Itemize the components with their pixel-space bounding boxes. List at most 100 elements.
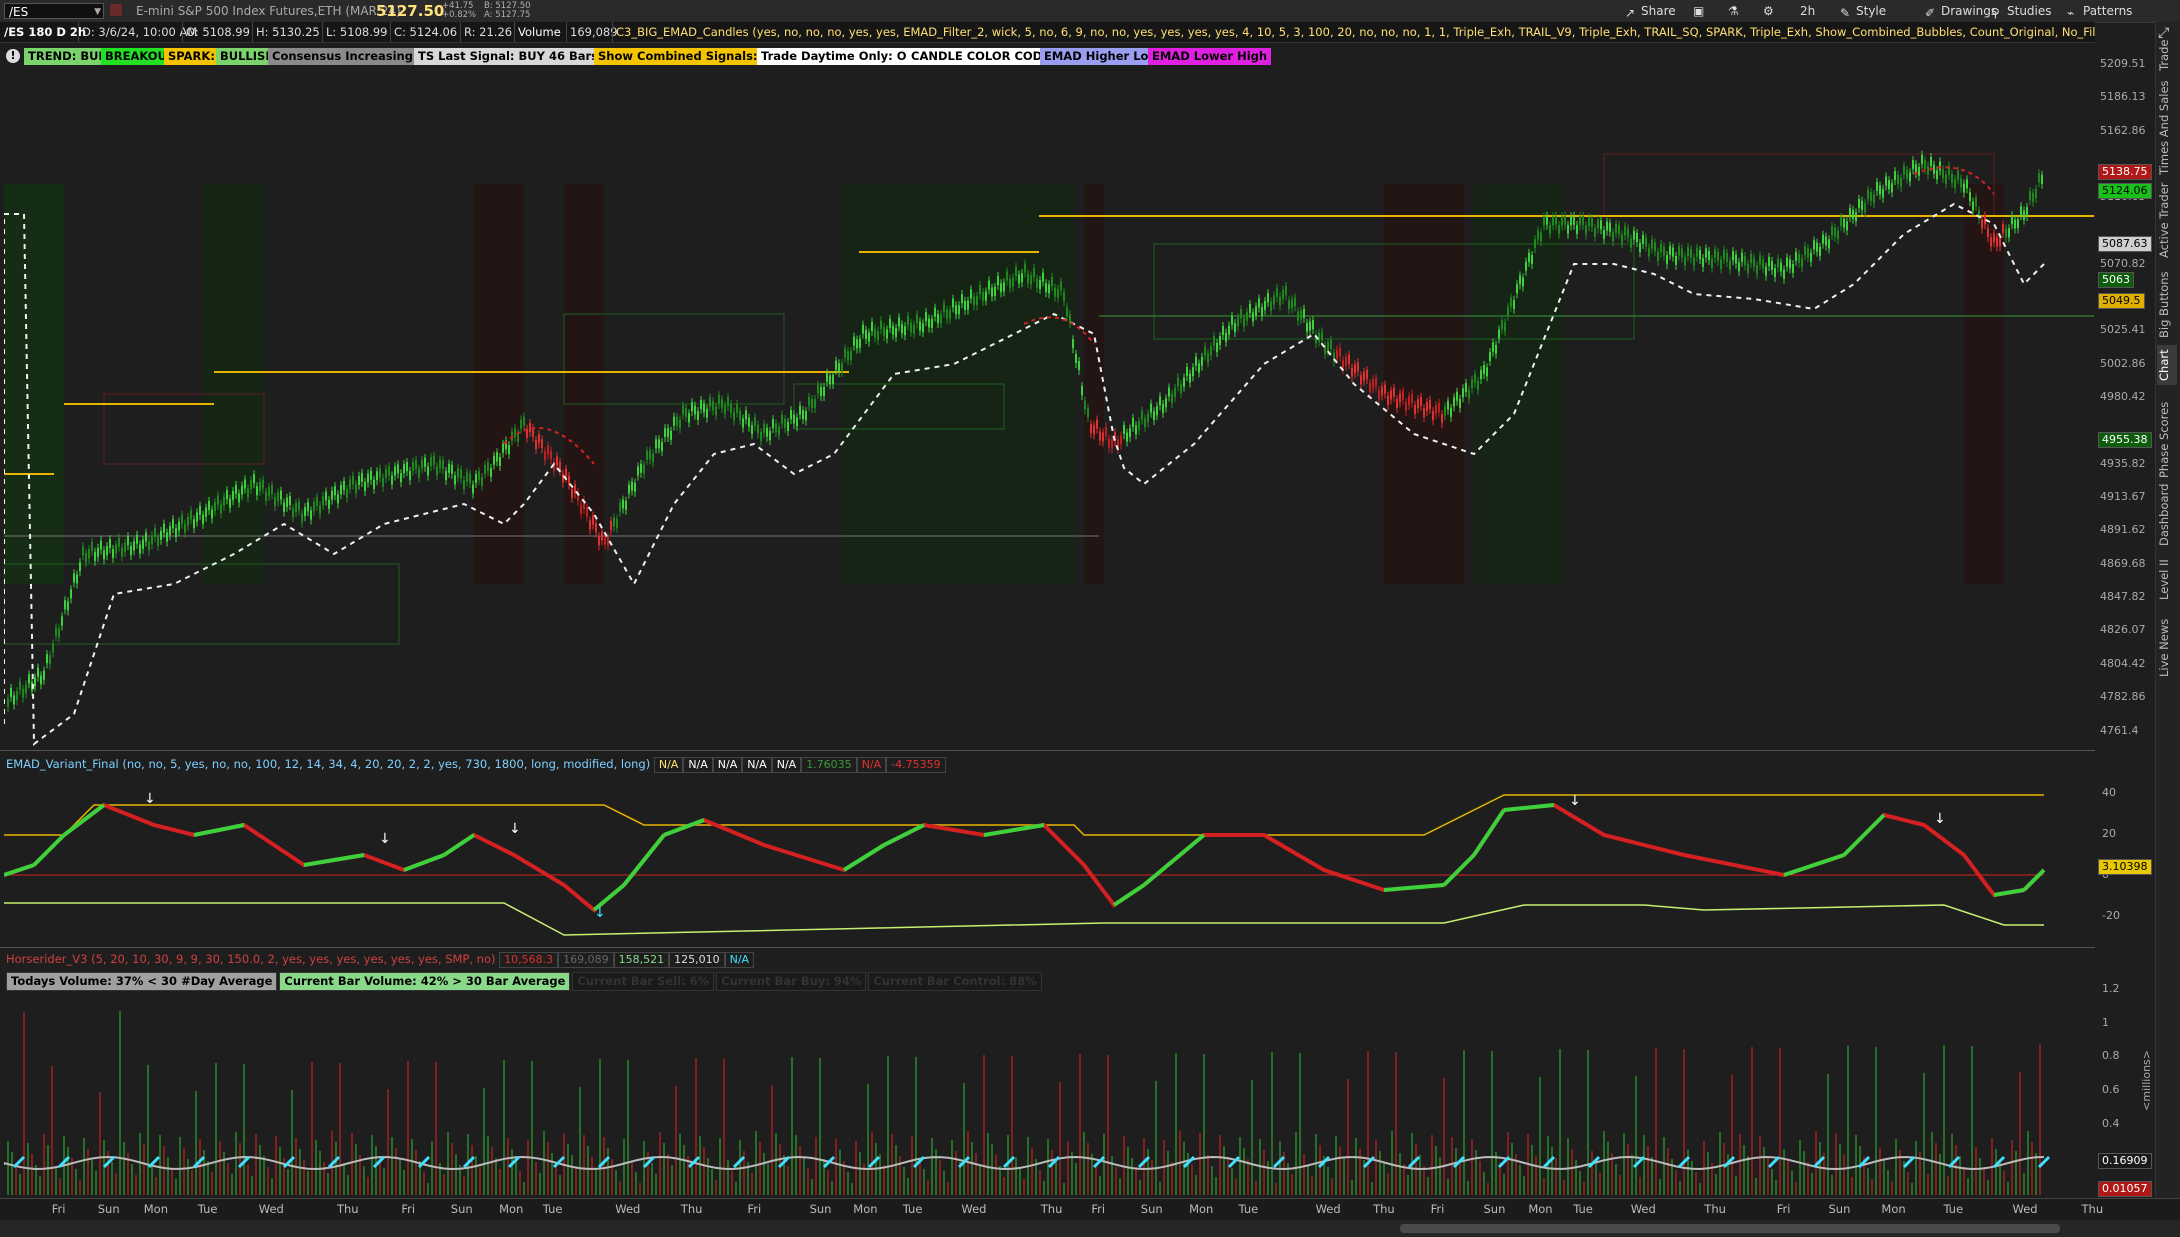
price-tag: 5138.75 (2098, 164, 2152, 180)
candle-body (172, 519, 174, 529)
candle-body (415, 459, 417, 469)
drawings-button[interactable]: ✐ Drawings (1925, 3, 1997, 20)
candle-body (379, 468, 381, 478)
candle-body (751, 425, 753, 435)
candle-body (1927, 165, 1929, 175)
volume-spike-marker (732, 1155, 746, 1169)
snapshot-icon[interactable]: ▣ (1693, 3, 1704, 19)
flask-icon[interactable]: ⚗ (1728, 3, 1739, 19)
candle-body (91, 542, 93, 552)
candle-body (280, 490, 282, 500)
candle-body (655, 439, 657, 449)
candle-body (1780, 262, 1782, 272)
volume-value-cells: 10,568.3 169,089 158,521 125,010 N/A (499, 952, 755, 968)
candle-body (142, 539, 144, 549)
candle-body (1480, 370, 1482, 380)
side-tab-chart[interactable]: Chart (2157, 345, 2177, 385)
candle-body (1066, 307, 1068, 317)
time-axis-label: Sun (1483, 1202, 1506, 1216)
time-axis-label: Mon (1189, 1202, 1214, 1216)
candle-body (190, 510, 192, 520)
side-tab-active-trader[interactable]: Active Trader (2157, 175, 2177, 265)
candle-body (2029, 191, 2031, 201)
candle-body (1537, 230, 1539, 240)
candle-body (1924, 160, 1926, 170)
candle-body (625, 500, 627, 510)
price-chart[interactable] (4, 44, 2094, 749)
patterns-button[interactable]: ⌁ Patterns (2067, 3, 2132, 20)
candle-body (688, 413, 690, 423)
symbol-input[interactable]: /ES ▼ (4, 3, 104, 19)
candle-body (1108, 438, 1110, 448)
candle-body (1804, 246, 1806, 256)
candle-body (454, 475, 456, 485)
oscillator-up-segment (663, 818, 705, 837)
candle-body (1222, 325, 1224, 335)
candle-body (34, 677, 36, 687)
candle-body (1195, 356, 1197, 366)
candle-body (178, 521, 180, 531)
candle-body (316, 496, 318, 506)
candle-body (1705, 248, 1707, 258)
study-title[interactable]: C3_BIG_EMAD_Candles (yes, no, no, no, ye… (612, 22, 2095, 42)
price-axis-label: 4913.67 (2100, 490, 2146, 503)
candle-body (46, 654, 48, 664)
link-icon[interactable] (110, 4, 122, 16)
studies-icon: ⚲ (1991, 6, 2000, 20)
time-axis-label: Mon (853, 1202, 878, 1216)
candle-body (1969, 192, 1971, 202)
gear-icon[interactable]: ⚙ (1763, 3, 1774, 19)
candle-body (1408, 396, 1410, 406)
side-tab-times-and-sales[interactable]: Times And Sales (2157, 80, 2177, 175)
candle-body (1540, 232, 1542, 242)
share-button[interactable]: ↗ Share (1625, 3, 1676, 20)
style-button[interactable]: ✎ Style (1840, 3, 1886, 20)
side-tab-phase-scores[interactable]: Phase Scores (2157, 395, 2177, 485)
candle-body (1015, 267, 1017, 277)
side-tab-level-ii[interactable]: Level II (2157, 555, 2177, 605)
candle-body (259, 481, 261, 491)
scrollbar-thumb[interactable] (1400, 1224, 2060, 1233)
candle-body (958, 305, 960, 315)
candle-body (1777, 258, 1779, 268)
side-tab-trade[interactable]: Trade (2157, 30, 2177, 80)
candle-body (154, 528, 156, 538)
candle-body (1936, 170, 1938, 180)
candle-body (25, 684, 27, 694)
candle-body (1660, 243, 1662, 253)
candle-body (1570, 216, 1572, 226)
candle-body (937, 314, 939, 324)
candle-body (1093, 425, 1095, 435)
candle-body (307, 502, 309, 512)
time-axis: Fri Sun Mon Tue Wed Thu Fri Sun Mon Tue Wed Thu Fri S… (0, 1198, 2180, 1219)
candle-body (1510, 297, 1512, 307)
candle-body (925, 312, 927, 322)
timeframe-button[interactable]: 2h (1800, 3, 1815, 19)
chevron-down-icon[interactable]: ▼ (94, 4, 101, 20)
emad-oscillator-chart[interactable]: ↓ ↓ ↓ ↓ ↓ ↓ (4, 775, 2094, 945)
candle-body (1345, 356, 1347, 366)
candle-body (1282, 289, 1284, 299)
candle-body (544, 451, 546, 461)
volume-chart[interactable] (4, 995, 2094, 1195)
candle-body (382, 477, 384, 487)
chart-id: /ES 180 D 2h (4, 25, 87, 39)
candle-body (196, 512, 198, 522)
candle-body (1048, 284, 1050, 294)
time-axis-label: Wed (2012, 1202, 2038, 1216)
panel-divider[interactable] (0, 750, 2095, 751)
panel-divider[interactable] (0, 947, 2095, 948)
side-tab-dashboard[interactable]: Dashboard (2157, 480, 2177, 550)
candle-body (703, 403, 705, 413)
volume-study-title[interactable]: Horserider_V3 (5, 20, 10, 30, 9, 9, 30, … (6, 952, 495, 966)
candle-body (1627, 228, 1629, 238)
candle-body (1687, 247, 1689, 257)
signal-arrow: ↓ (594, 905, 606, 921)
side-tab-big-buttons[interactable]: Big Buttons (2157, 270, 2177, 340)
studies-button[interactable]: ⚲ Studies (1991, 3, 2052, 20)
side-tab-live-news[interactable]: Live News (2157, 615, 2177, 680)
candle-body (352, 475, 354, 485)
emad-study-title[interactable]: EMAD_Variant_Final (no, no, 5, yes, no, … (6, 757, 650, 771)
candle-body (667, 428, 669, 438)
candle-body (1102, 432, 1104, 442)
